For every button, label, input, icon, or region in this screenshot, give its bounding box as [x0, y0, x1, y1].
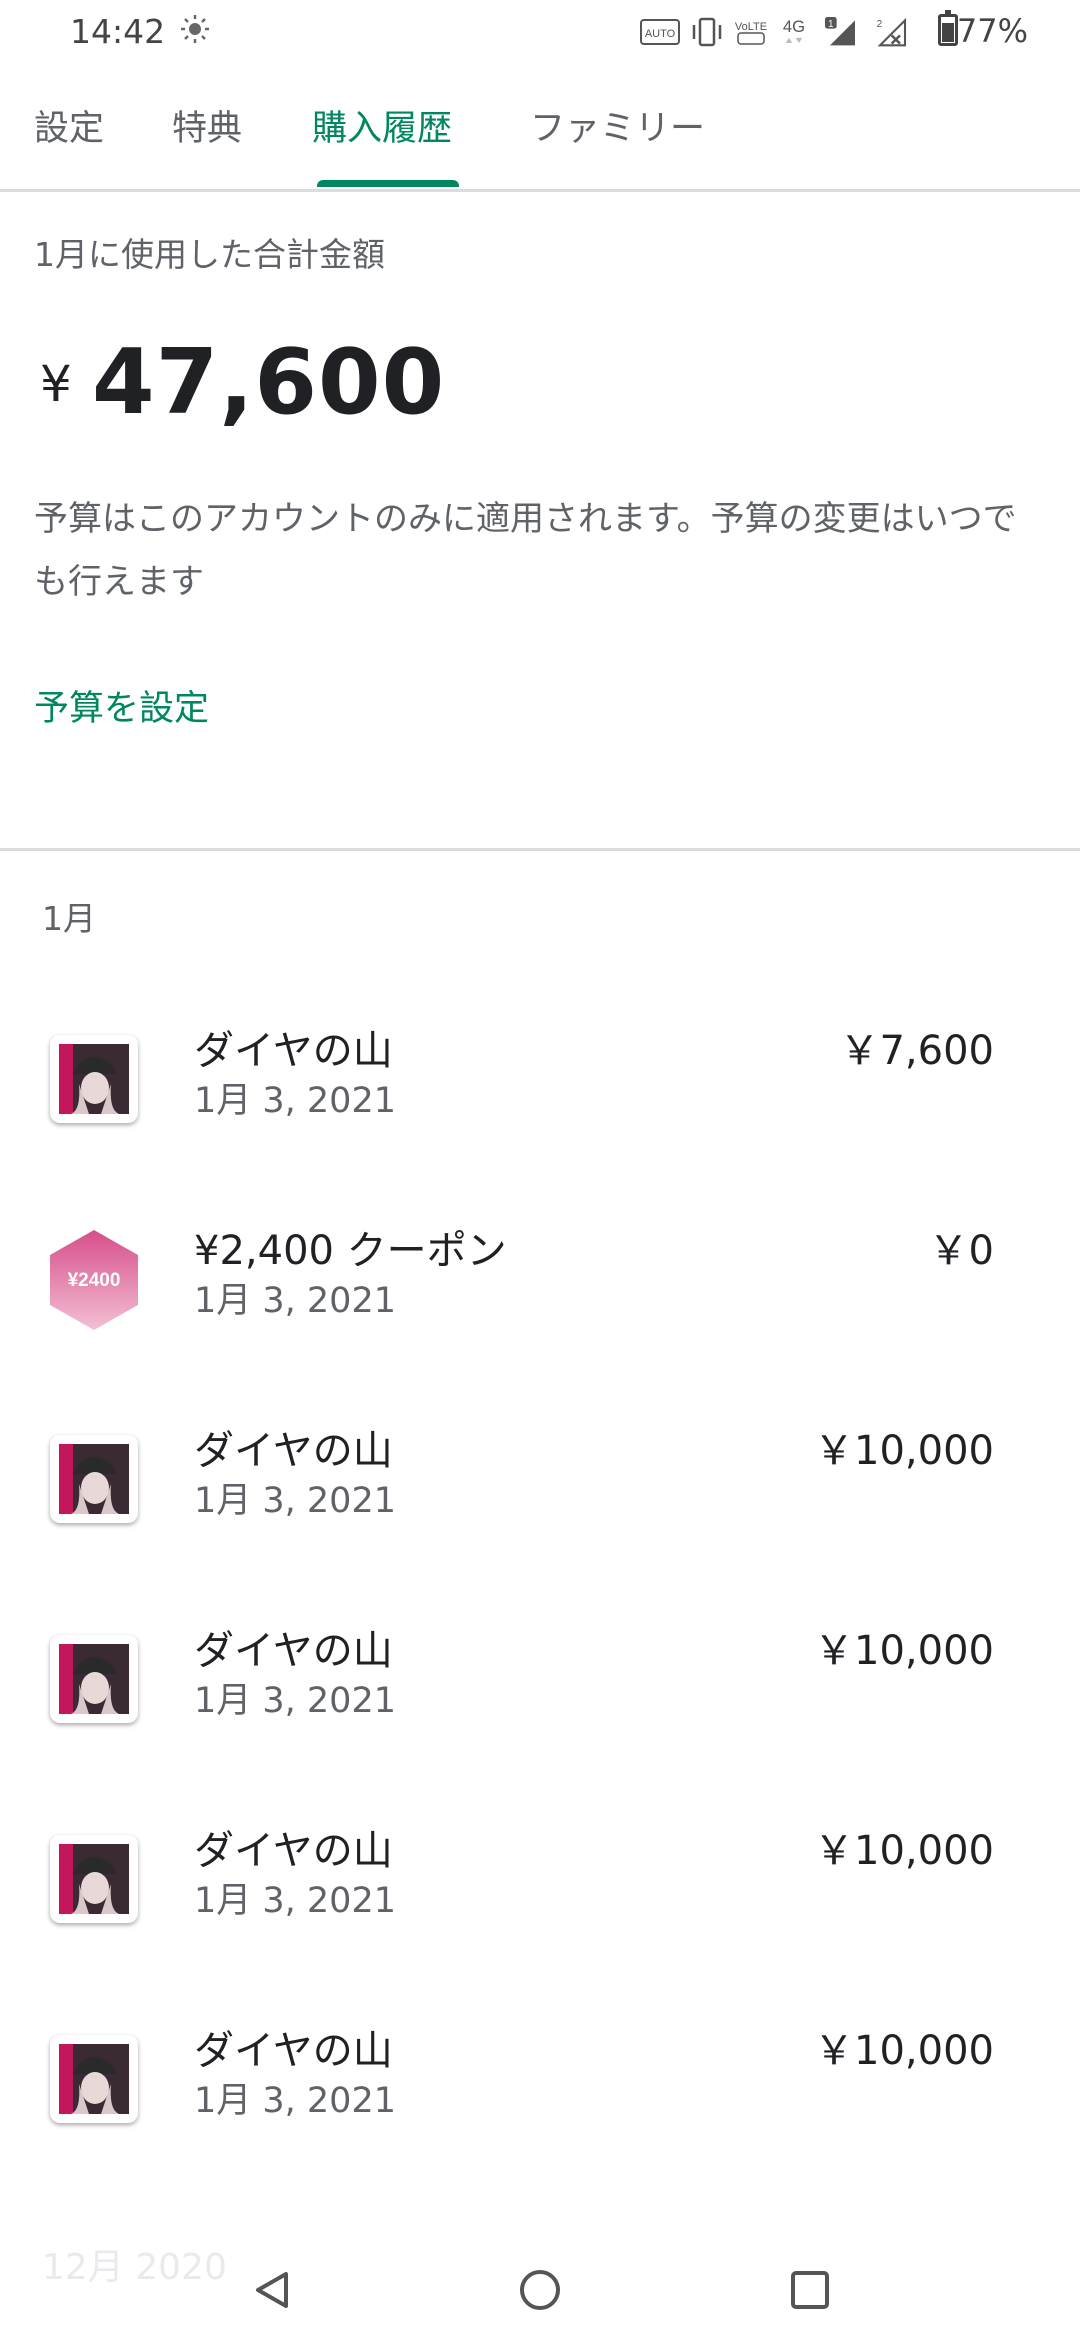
item-price: ￥10,000 — [814, 1428, 994, 1474]
brightness-icon — [181, 15, 209, 43]
coupon-icon: ¥2400 — [50, 1230, 138, 1330]
month-header: 1月 — [42, 899, 96, 938]
purchase-row[interactable]: ¥2400 ¥2,400 クーポン 1月 3, 2021 ￥0 — [0, 1200, 1080, 1400]
item-price: ￥10,000 — [814, 2028, 994, 2074]
monthly-total-amount: 47,600 — [92, 330, 446, 435]
volte-label: VoLTE — [735, 21, 767, 33]
sim2-label: 2 — [877, 19, 883, 30]
coupon-icon-label: ¥2400 — [68, 1270, 121, 1291]
purchase-row[interactable]: ダイヤの山 1月 3, 2021 ￥10,000 — [0, 1800, 1080, 2000]
item-date: 1月 3, 2021 — [194, 1281, 396, 1321]
tab-family[interactable]: ファミリー — [530, 100, 705, 151]
tabs-divider — [0, 189, 1080, 192]
game-app-icon — [50, 1435, 138, 1523]
item-name: ダイヤの山 — [194, 1028, 393, 1074]
item-name: ダイヤの山 — [194, 1628, 393, 1674]
auto-hz-label: AUTO — [645, 28, 676, 40]
system-nav-bar — [0, 2240, 1080, 2340]
item-price: ￥10,000 — [814, 1628, 994, 1674]
budget-description: 予算はこのアカウントのみに適用されます。予算の変更はいつでも行えます — [34, 499, 1017, 602]
monthly-total-label: 1月に使用した合計金額 — [34, 235, 385, 274]
auto-hz-icon: AUTO — [640, 19, 680, 45]
item-price: ￥10,000 — [814, 1828, 994, 1874]
tab-purchase-history[interactable]: 購入履歴 — [312, 100, 452, 151]
purchase-row[interactable]: ダイヤの山 1月 3, 2021 ￥10,000 — [0, 1600, 1080, 1800]
tab-settings[interactable]: 設定 — [34, 100, 104, 151]
network-4g-icon: 4G — [783, 17, 805, 43]
game-app-icon — [50, 1035, 138, 1123]
recents-icon[interactable] — [780, 2260, 840, 2320]
signal-sim2-no-signal-icon: 2 — [877, 17, 907, 47]
purchase-row[interactable]: ダイヤの山 1月 3, 2021 ￥7,600 — [0, 1000, 1080, 1200]
tab-bar: 設定 特典 購入履歴 ファミリー — [0, 72, 1080, 192]
item-price: ￥7,600 — [839, 1028, 994, 1074]
total-currency-symbol: ¥ — [40, 355, 72, 413]
back-icon[interactable] — [242, 2260, 302, 2320]
item-name: ¥2,400 クーポン — [194, 1228, 507, 1274]
signal-sim1-icon: 1 — [825, 17, 855, 46]
game-app-icon — [50, 2035, 138, 2123]
purchase-row[interactable]: ダイヤの山 1月 3, 2021 ￥10,000 — [0, 2000, 1080, 2200]
item-name: ダイヤの山 — [194, 1428, 393, 1474]
game-app-icon — [50, 1835, 138, 1923]
volte-icon: VoLTE — [735, 21, 767, 45]
item-name: ダイヤの山 — [194, 1828, 393, 1874]
item-date: 1月 3, 2021 — [194, 1881, 396, 1921]
item-date: 1月 3, 2021 — [194, 1081, 396, 1121]
status-bar: 14:42 AUTO VoLTE 4G 1 2 77% — [0, 0, 1080, 64]
purchase-row[interactable]: ダイヤの山 1月 3, 2021 ￥10,000 — [0, 1400, 1080, 1600]
battery-icon — [938, 10, 958, 46]
status-time: 14:42 — [70, 12, 166, 51]
item-price: ￥0 — [928, 1228, 994, 1274]
section-divider — [0, 848, 1080, 851]
network-type: 4G — [783, 17, 805, 36]
active-tab-indicator — [317, 180, 459, 187]
item-name: ダイヤの山 — [194, 2028, 393, 2074]
vibrate-icon — [692, 17, 722, 47]
battery-percentage: 77% — [956, 12, 1028, 50]
status-icons: AUTO VoLTE 4G 1 2 — [640, 12, 910, 52]
tab-rewards[interactable]: 特典 — [172, 100, 242, 151]
set-budget-button[interactable]: 予算を設定 — [34, 680, 209, 731]
sim1-badge: 1 — [828, 19, 834, 30]
item-date: 1月 3, 2021 — [194, 2081, 396, 2121]
item-date: 1月 3, 2021 — [194, 1681, 396, 1721]
game-app-icon — [50, 1635, 138, 1723]
home-icon[interactable] — [510, 2260, 570, 2320]
item-date: 1月 3, 2021 — [194, 1481, 396, 1521]
